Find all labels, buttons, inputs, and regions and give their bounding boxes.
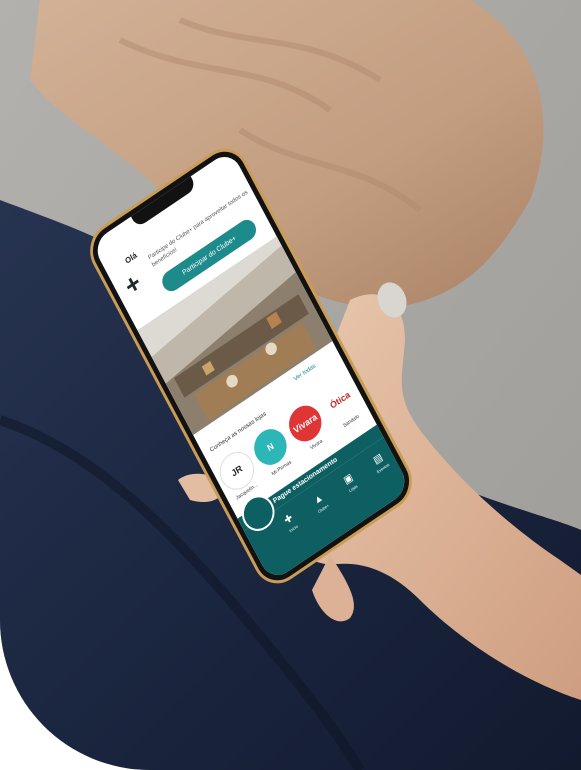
phone-notch	[130, 175, 197, 229]
nav-events[interactable]: ▤ Eventos	[363, 446, 396, 479]
nav-label: Início	[288, 523, 299, 534]
photo-frame: Olá + Participe do Clube+ para aproveita…	[0, 0, 581, 770]
store-logo-text: Ótica	[328, 389, 352, 411]
phone-screen: Olá + Participe do Clube+ para aproveita…	[84, 142, 418, 590]
smartphone: Olá + Participe do Clube+ para aproveita…	[84, 142, 436, 590]
nav-label: Clube+	[316, 502, 330, 515]
store-logo-text: N	[265, 440, 276, 454]
nav-label: Lojas	[348, 483, 359, 494]
see-all-link[interactable]: Ver todas	[293, 363, 317, 383]
nav-stores[interactable]: ▣ Lojas	[333, 466, 366, 499]
plus-icon: +	[119, 266, 147, 302]
nav-club[interactable]: ▲ Clube+	[304, 486, 337, 519]
greeting-text: Olá	[123, 250, 139, 266]
nav-home[interactable]: ✚ Início	[274, 506, 307, 539]
store-logo-text: Vivara	[291, 411, 319, 436]
nav-label: Eventos	[375, 461, 391, 475]
phone-screen-group: Olá + Participe do Clube+ para aproveita…	[84, 142, 418, 590]
store-logo-text: JR	[229, 463, 245, 479]
